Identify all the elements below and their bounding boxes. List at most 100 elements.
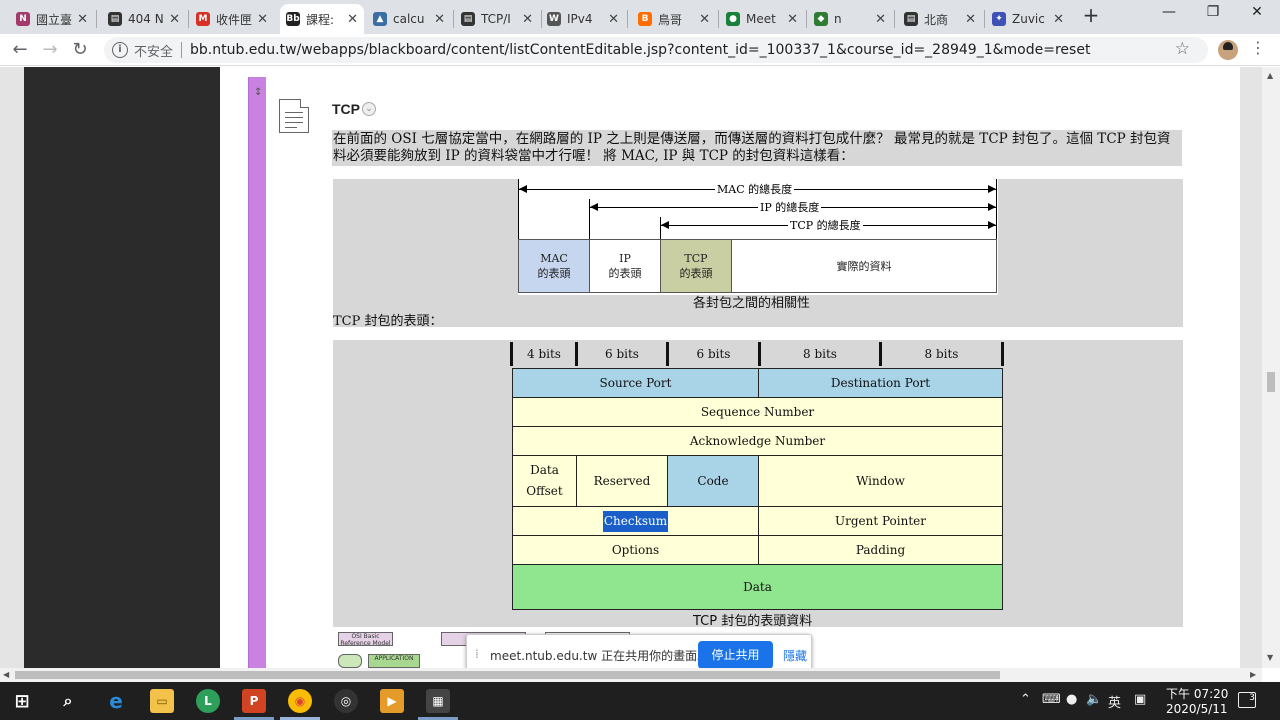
tab-close-icon[interactable]: ✕ (169, 12, 180, 27)
microphone-icon[interactable]: ● (1066, 692, 1077, 707)
browser-tab[interactable]: ● Meet ✕ (720, 4, 804, 34)
tab-close-icon[interactable]: ✕ (434, 12, 445, 27)
windows-start-icon[interactable]: ⊞ (10, 689, 34, 713)
forward-button[interactable]: → (38, 39, 62, 60)
volume-icon[interactable]: 🔈 (1086, 692, 1102, 707)
figure2-caption: TCP 封包的表頭資料 (693, 614, 813, 629)
close-window-button[interactable]: ✕ (1242, 4, 1272, 20)
tcp-label: TCP (684, 252, 708, 265)
checksum-label-selected[interactable]: Checksum (602, 510, 669, 532)
search-icon[interactable]: ⌕ (56, 689, 80, 713)
browser-tab[interactable]: ✦ Zuvic ✕ (986, 4, 1070, 34)
browser-tab[interactable]: Bb 課程: ✕ (280, 4, 364, 34)
ime-indicator[interactable]: 英 (1108, 692, 1121, 711)
scroll-thumb[interactable] (1267, 372, 1275, 392)
tab-close-icon[interactable]: ✕ (608, 12, 619, 27)
url-text[interactable]: bb.ntub.edu.tw/webapps/blackboard/conten… (190, 42, 1090, 58)
maximize-button[interactable]: ❐ (1198, 4, 1228, 20)
address-bar[interactable]: i 不安全 bb.ntub.edu.tw/webapps/blackboard/… (104, 37, 1208, 63)
tab-close-icon[interactable]: ✕ (699, 12, 710, 27)
clock-time[interactable]: 下午 07:20 (1166, 685, 1228, 702)
browser-tab[interactable]: W IPv4 ✕ (541, 4, 625, 34)
bits-label: 8 bits (924, 347, 959, 361)
reload-button[interactable]: ↻ (68, 39, 92, 60)
tab-close-icon[interactable]: ✕ (347, 12, 358, 27)
edge-icon[interactable]: e (104, 689, 128, 713)
horizontal-scrollbar[interactable]: ◀ ▶ (0, 668, 1262, 682)
tab-title: n (834, 12, 842, 26)
tab-title: Meet (746, 12, 776, 26)
ime-mode-icon[interactable]: ▣ (1134, 692, 1146, 707)
share-message: meet.ntub.edu.tw 正在共用你的畫面。 (490, 649, 710, 663)
scroll-up-icon[interactable]: ▲ (1267, 71, 1273, 80)
bits-label: 6 bits (696, 347, 731, 361)
tab-close-icon[interactable]: ✕ (257, 12, 268, 27)
hide-button[interactable]: 隱藏 (783, 647, 807, 664)
obs-icon[interactable]: ◎ (334, 689, 358, 713)
back-button[interactable]: ← (8, 39, 32, 60)
data-offset-cell: Data Offset (512, 455, 577, 507)
menu-icon[interactable]: ⋮ (1250, 38, 1266, 57)
browser-tab[interactable]: ▲ calcu ✕ (367, 4, 451, 34)
ip-header-cell: IP 的表頭 (589, 239, 661, 293)
scroll-down-icon[interactable]: ▼ (1267, 653, 1273, 662)
tray-expand-icon[interactable]: ⌃ (1020, 692, 1031, 707)
browser-tab[interactable]: ▤ TCP/I ✕ (455, 4, 539, 34)
tab-close-icon[interactable]: ✕ (965, 12, 976, 27)
packet-relation-figure: MAC 的總長度 IP 的總長度 TCP 的總長度 MAC 的表頭 IP 的表頭 (333, 179, 1183, 329)
acknowledge-number-label: Acknowledge Number (689, 433, 826, 448)
tab-close-icon[interactable]: ✕ (522, 12, 533, 27)
tab-favicon-icon: Bb (286, 12, 300, 26)
network-icon[interactable]: ⌨ (1042, 692, 1061, 707)
chrome-icon[interactable]: ◉ (288, 689, 312, 713)
bits-label: 4 bits (527, 347, 561, 361)
browser-tab[interactable]: M 收件匣 ✕ (190, 4, 274, 34)
tab-close-icon[interactable]: ✕ (77, 12, 88, 27)
security-label[interactable]: 不安全 (134, 41, 173, 60)
tab-strip: N 國立臺 ✕ ▤ 404 N ✕ M 收件匣 ✕ Bb 課程: ✕ ▲ calcu ✕ ▤ TCP/I ✕ W IP… (0, 0, 1280, 34)
media-player-icon[interactable]: ▶ (380, 689, 404, 713)
scroll-right-icon[interactable]: ▶ (1250, 670, 1256, 679)
vertical-scrollbar[interactable]: ▲ ▼ (1262, 67, 1280, 668)
tab-close-icon[interactable]: ✕ (1053, 12, 1064, 27)
mac-length-label: MAC 的總長度 (715, 181, 795, 197)
page-viewport: ↕ TCP ⌄ 在前面的 OSI 七層協定當中，在網路層的 IP 之上則是傳送層… (0, 67, 1262, 668)
clock-date[interactable]: 2020/5/11 (1166, 702, 1228, 716)
ip-length-label: IP 的總長度 (758, 199, 822, 215)
figure1-caption: 各封包之間的相關性 (693, 296, 811, 311)
profile-avatar[interactable] (1218, 40, 1238, 60)
tab-title: 國立臺 (36, 12, 73, 27)
file-explorer-icon[interactable]: ▭ (150, 689, 174, 713)
notification-center-icon[interactable]: 3 (1238, 692, 1256, 708)
calculator-icon[interactable]: ▦ (426, 689, 450, 713)
drag-handle-icon[interactable]: ↕ (254, 87, 262, 98)
tab-title: 鳥哥 (658, 12, 683, 27)
options-chevron-icon[interactable]: ⌄ (362, 102, 376, 116)
browser-tab[interactable]: ▤ 404 N ✕ (102, 4, 186, 34)
tcp-length-arrow: TCP 的總長度 (661, 217, 996, 233)
tab-favicon-icon: ▤ (461, 12, 475, 26)
thumb-label: OSI Basic Reference Model (338, 632, 393, 647)
stop-sharing-button[interactable]: 停止共用 (698, 641, 773, 669)
tab-close-icon[interactable]: ✕ (787, 12, 798, 27)
tab-title: 404 N (128, 12, 164, 26)
browser-tab[interactable]: B 鳥哥 ✕ (632, 4, 716, 34)
browser-tab[interactable]: ◆ n ✕ (808, 4, 892, 34)
tab-close-icon[interactable]: ✕ (875, 12, 886, 27)
browser-tab[interactable]: ▤ 北商 ✕ (898, 4, 982, 34)
info-icon[interactable]: i (112, 42, 128, 58)
minimize-button[interactable]: — (1154, 4, 1184, 20)
tab-title: 收件匣 (216, 12, 253, 27)
scroll-thumb[interactable] (15, 671, 1000, 679)
grip-icon[interactable]: ⁞ (475, 647, 479, 661)
bookmark-star-icon[interactable]: ☆ (1175, 39, 1190, 59)
new-tab-button[interactable]: + (1080, 5, 1102, 27)
tcp-header-cell: TCP 的表頭 (660, 239, 732, 293)
scroll-left-icon[interactable]: ◀ (3, 670, 9, 679)
destination-port-label: Destination Port (830, 375, 931, 390)
line-app-icon[interactable]: L (196, 689, 220, 713)
browser-tab[interactable]: N 國立臺 ✕ (10, 4, 94, 34)
powerpoint-icon[interactable]: P (242, 689, 266, 713)
item-title[interactable]: TCP (332, 101, 360, 117)
bits-label: 8 bits (803, 347, 837, 361)
